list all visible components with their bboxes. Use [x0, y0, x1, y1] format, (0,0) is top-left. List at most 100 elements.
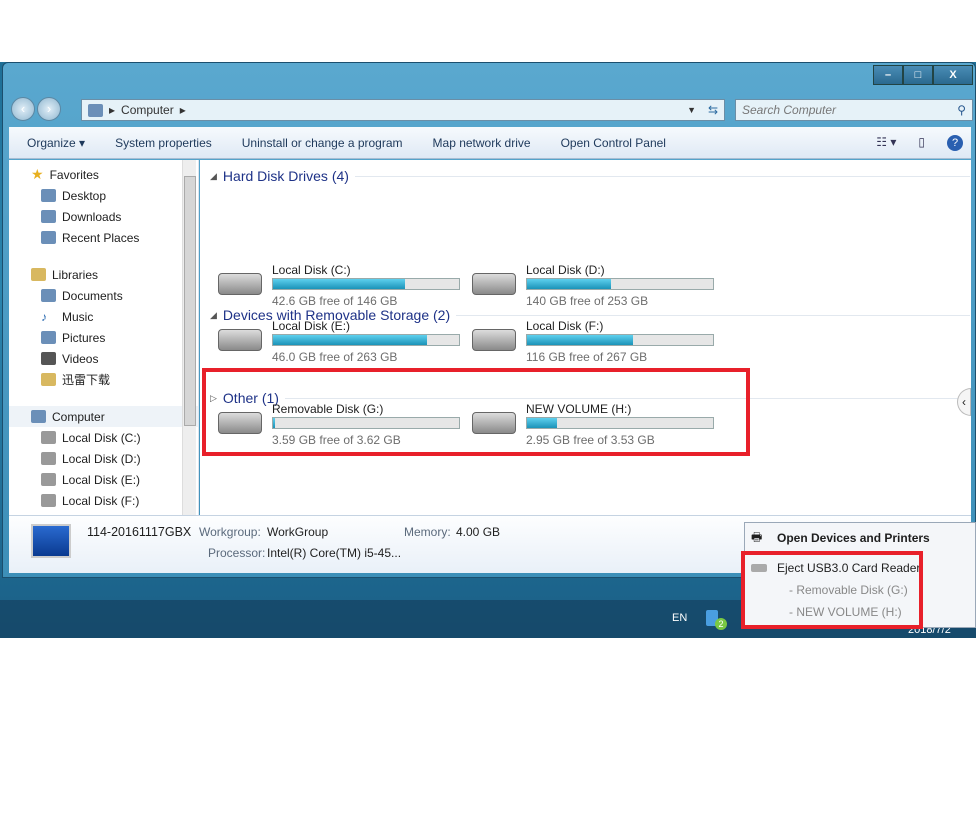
sidebar-libraries[interactable]: Libraries — [9, 264, 198, 285]
breadcrumb-computer[interactable]: Computer — [121, 103, 174, 117]
collapse-icon: ◢ — [210, 170, 217, 181]
sidebar-item-music[interactable]: ♪ Music — [9, 306, 198, 327]
documents-icon — [41, 289, 56, 302]
drive-usage-fill — [527, 335, 634, 345]
drive-icon — [41, 431, 56, 444]
search-placeholder: Search Computer — [742, 103, 837, 117]
sidebar-item-videos[interactable]: Videos — [9, 348, 198, 369]
computer-large-icon — [31, 524, 71, 558]
navigation-pane: ★ Favorites Desktop Downloads Recent Plac… — [9, 160, 199, 515]
search-icon[interactable]: ⚲ — [957, 103, 966, 117]
sidebar-scrollbar[interactable] — [182, 160, 196, 515]
drive-usage-fill — [527, 279, 611, 289]
drive-icon — [472, 273, 516, 295]
forward-button[interactable]: › — [37, 97, 61, 121]
desktop-icon — [41, 189, 56, 202]
drive-icon — [218, 329, 262, 351]
downloads-icon — [41, 210, 56, 223]
drive-usage-bar — [272, 278, 460, 290]
computer-icon — [31, 410, 46, 423]
back-button[interactable]: ‹ — [11, 97, 35, 121]
highlight-box — [741, 551, 923, 629]
group-hard-disk-drives[interactable]: ◢ Hard Disk Drives (4) — [210, 168, 970, 184]
minimize-button[interactable]: – — [873, 65, 903, 85]
open-control-panel-button[interactable]: Open Control Panel — [561, 136, 666, 150]
printer-icon: 🖶 — [751, 529, 763, 544]
safely-remove-popup: 🖶 Open Devices and Printers Eject USB3.0 … — [741, 522, 976, 629]
sidebar-item-xunlei[interactable]: 迅雷下载 — [9, 369, 198, 390]
command-bar: Organize ▾ System properties Uninstall o… — [9, 127, 971, 159]
libraries-icon — [31, 268, 46, 281]
videos-icon — [41, 352, 56, 365]
usb-count-badge: 2 — [715, 618, 727, 630]
content-pane: ◢ Hard Disk Drives (4) ◢ Devices with Remo… — [200, 160, 971, 515]
drive-free-space: 42.6 GB free of 146 GB — [272, 294, 398, 308]
explorer-window: – □ X ‹ › ▸ Computer ▸ ▼ ⇆ Search Comput… — [2, 62, 976, 578]
drive-tile[interactable]: Local Disk (F:) 116 GB free of 267 GB — [472, 319, 722, 369]
uninstall-program-button[interactable]: Uninstall or change a program — [242, 136, 403, 150]
drive-name: Local Disk (D:) — [526, 263, 605, 277]
address-bar[interactable]: ▸ Computer ▸ ▼ ⇆ — [81, 99, 725, 121]
drive-name: Local Disk (E:) — [272, 319, 351, 333]
language-indicator[interactable]: EN — [672, 612, 687, 624]
collapse-icon: ◢ — [210, 309, 217, 320]
processor-label: Processor: — [208, 546, 266, 560]
highlight-box — [202, 368, 750, 456]
help-icon[interactable]: ? — [947, 134, 963, 151]
computer-name: 114-20161117GBX — [87, 525, 192, 539]
preview-pane-icon[interactable]: ▯ — [918, 135, 925, 151]
drive-free-space: 140 GB free of 253 GB — [526, 294, 649, 308]
drive-free-space: 116 GB free of 267 GB — [526, 350, 648, 364]
view-options-icon[interactable]: ☷ ▾ — [876, 135, 896, 151]
memory-value: 4.00 GB — [456, 525, 501, 539]
sidebar-favorites[interactable]: ★ Favorites — [9, 164, 198, 185]
workgroup-value: WorkGroup — [267, 525, 329, 539]
pictures-icon — [41, 331, 56, 344]
star-icon: ★ — [31, 166, 44, 182]
drive-usage-bar — [526, 278, 714, 290]
sidebar-item-pictures[interactable]: Pictures — [9, 327, 198, 348]
computer-icon — [88, 103, 103, 117]
drive-usage-bar — [526, 334, 714, 346]
sidebar-computer[interactable]: Computer — [9, 406, 198, 427]
drive-tile[interactable]: Local Disk (D:) 140 GB free of 253 GB — [472, 263, 722, 313]
breadcrumb-arrow-icon: ▸ — [179, 103, 186, 117]
sidebar-item-desktop[interactable]: Desktop — [9, 185, 198, 206]
drive-icon — [41, 452, 56, 465]
drive-usage-bar — [272, 334, 460, 346]
workgroup-label: Workgroup: — [199, 525, 261, 539]
memory-label: Memory: — [404, 525, 451, 539]
sidebar-item-f[interactable]: Local Disk (F:) — [9, 490, 198, 511]
sidebar-item-c[interactable]: Local Disk (C:) — [9, 427, 198, 448]
drive-icon — [218, 273, 262, 295]
drive-icon — [41, 494, 56, 507]
refresh-icon[interactable]: ⇆ — [702, 103, 724, 117]
map-network-drive-button[interactable]: Map network drive — [433, 136, 531, 150]
open-devices-printers-item[interactable]: 🖶 Open Devices and Printers — [745, 527, 930, 549]
drive-icon — [472, 329, 516, 351]
sidebar-item-downloads[interactable]: Downloads — [9, 206, 198, 227]
drive-icon — [41, 473, 56, 486]
sidebar-item-recent-places[interactable]: Recent Places — [9, 227, 198, 248]
drive-tile[interactable]: Local Disk (E:) 46.0 GB free of 263 GB — [218, 319, 468, 369]
maximize-button[interactable]: □ — [903, 65, 933, 85]
processor-value: Intel(R) Core(TM) i5-45... — [267, 546, 402, 560]
sidebar-item-d[interactable]: Local Disk (D:) — [9, 448, 198, 469]
scrollbar-thumb[interactable] — [184, 176, 196, 426]
breadcrumb-arrow-icon: ▸ — [109, 103, 116, 117]
recent-places-icon — [41, 231, 56, 244]
system-properties-button[interactable]: System properties — [115, 136, 212, 150]
sidebar-item-e[interactable]: Local Disk (E:) — [9, 469, 198, 490]
drive-usage-fill — [273, 335, 428, 345]
drive-tile[interactable]: Local Disk (C:) 42.6 GB free of 146 GB — [218, 263, 468, 313]
address-dropdown-icon[interactable]: ▼ — [687, 105, 696, 115]
folder-icon — [41, 373, 56, 386]
organize-button[interactable]: Organize ▾ — [27, 136, 85, 150]
search-input[interactable]: Search Computer ⚲ — [735, 99, 973, 121]
sidebar-item-documents[interactable]: Documents — [9, 285, 198, 306]
drive-name: Local Disk (F:) — [526, 319, 604, 333]
drive-usage-fill — [273, 279, 406, 289]
drive-name: Local Disk (C:) — [272, 263, 351, 277]
music-icon: ♪ — [41, 309, 47, 324]
close-button[interactable]: X — [933, 65, 973, 85]
